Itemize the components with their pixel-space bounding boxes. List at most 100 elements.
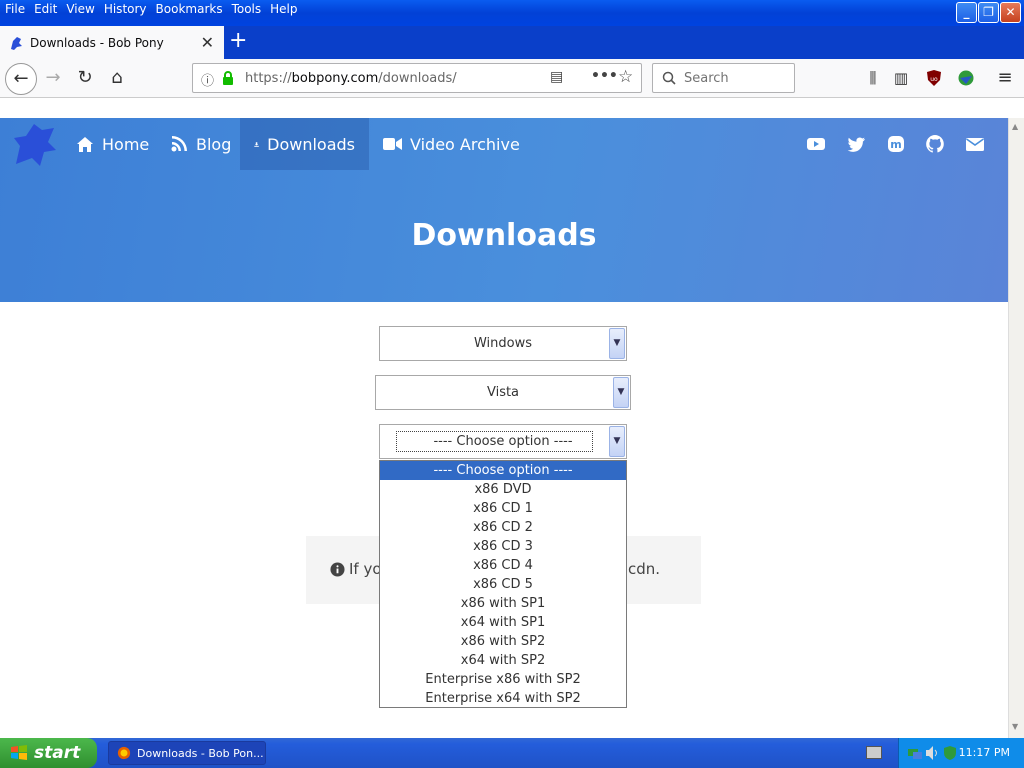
taskbar: start Downloads - Bob Pon... 11:17 PM <box>0 738 1024 768</box>
reader-view-icon[interactable]: ▤ <box>550 69 563 85</box>
reload-button[interactable]: ↻ <box>72 65 98 91</box>
url-text: https://bobpony.com/downloads/ <box>245 71 457 86</box>
info-notice-text-left: If yo <box>349 560 382 578</box>
taskbar-item-browser[interactable]: Downloads - Bob Pon... <box>108 741 266 765</box>
ublock-icon[interactable]: uo <box>921 65 947 91</box>
search-bar[interactable]: Search <box>652 63 795 93</box>
option-select-dropdown-button[interactable]: ▼ <box>609 426 625 457</box>
focus-outline <box>396 431 593 452</box>
menu-bar: File Edit View History Bookmarks Tools H… <box>5 1 298 17</box>
tab-title: Downloads - Bob Pony <box>30 35 164 50</box>
info-notice-start: If yo <box>330 560 382 578</box>
hero-banner: Home Blog Downloads Video Archive m Down… <box>0 118 1008 302</box>
network-tray-icon[interactable] <box>907 745 923 761</box>
nav-downloads-label: Downloads <box>267 134 355 154</box>
option-select[interactable]: ---- Choose option ---- ▼ <box>379 424 627 459</box>
tab-strip: Downloads - Bob Pony ✕ + <box>0 26 1024 59</box>
info-icon[interactable]: ⓘ <box>201 70 214 89</box>
version-select-dropdown-button[interactable]: ▼ <box>613 377 629 408</box>
dropdown-option[interactable]: x86 with SP2 <box>380 632 626 651</box>
new-tab-button[interactable]: + <box>229 28 247 53</box>
bookmark-star-icon[interactable]: ☆ <box>618 67 633 87</box>
start-label: start <box>34 743 81 763</box>
back-button[interactable]: ← <box>5 63 37 95</box>
menu-view[interactable]: View <box>66 1 94 17</box>
page-title: Downloads <box>411 218 597 253</box>
version-select[interactable]: Vista ▼ <box>375 375 631 410</box>
close-window-button[interactable]: ✕ <box>1000 2 1021 23</box>
twitter-icon[interactable] <box>846 134 866 154</box>
favicon-icon <box>11 36 22 50</box>
github-icon[interactable] <box>925 134 945 154</box>
page-actions-icon[interactable]: ••• <box>591 68 618 84</box>
nav-home-label: Home <box>102 134 150 154</box>
extension-globe-icon[interactable] <box>953 65 979 91</box>
dropdown-option[interactable]: x86 CD 2 <box>380 518 626 537</box>
library-icon[interactable]: ⫼ <box>860 65 886 91</box>
system-tray: 11:17 PM <box>898 738 1024 768</box>
menu-bookmarks[interactable]: Bookmarks <box>156 1 223 17</box>
window-titlebar: File Edit View History Bookmarks Tools H… <box>0 0 1024 26</box>
tab-downloads[interactable]: Downloads - Bob Pony ✕ <box>0 26 224 59</box>
dropdown-option[interactable]: x86 CD 5 <box>380 575 626 594</box>
url-bar[interactable]: ⓘ https://bobpony.com/downloads/ ▤ ••• ☆ <box>192 63 642 93</box>
scroll-down-icon[interactable]: ▼ <box>1012 722 1018 731</box>
dropdown-option[interactable]: x64 with SP1 <box>380 613 626 632</box>
dropdown-option[interactable]: x86 CD 4 <box>380 556 626 575</box>
menu-help[interactable]: Help <box>270 1 297 17</box>
maximize-button[interactable]: ❐ <box>978 2 999 23</box>
dropdown-option[interactable]: x86 with SP1 <box>380 594 626 613</box>
search-icon <box>662 71 676 85</box>
svg-text:uo: uo <box>930 76 938 83</box>
site-navigation: Home Blog Downloads Video Archive m <box>0 118 1008 170</box>
rss-icon <box>171 136 187 152</box>
dropdown-option[interactable]: x64 with SP2 <box>380 651 626 670</box>
os-select-dropdown-button[interactable]: ▼ <box>609 328 625 359</box>
nav-blog[interactable]: Blog <box>156 118 245 170</box>
taskbar-clock: 11:17 PM <box>958 746 1010 759</box>
windows-logo-icon <box>11 745 27 760</box>
site-logo[interactable] <box>10 120 60 170</box>
mail-icon[interactable] <box>965 134 985 154</box>
nav-video-archive[interactable]: Video Archive <box>369 118 534 170</box>
minimize-button[interactable]: _ <box>956 2 977 23</box>
home-button[interactable]: ⌂ <box>104 65 130 91</box>
menu-history[interactable]: History <box>104 1 147 17</box>
dropdown-option[interactable]: x86 CD 1 <box>380 499 626 518</box>
info-notice-text-right: cdn. <box>628 560 661 578</box>
dropdown-option[interactable]: x86 CD 3 <box>380 537 626 556</box>
forward-button[interactable]: → <box>40 65 66 91</box>
scroll-up-icon[interactable]: ▲ <box>1012 122 1018 131</box>
browser-task-icon <box>117 746 131 760</box>
dropdown-option[interactable]: Enterprise x86 with SP2 <box>380 670 626 689</box>
download-icon <box>254 141 259 147</box>
search-placeholder: Search <box>684 71 729 86</box>
menu-edit[interactable]: Edit <box>34 1 57 17</box>
keyboard-icon[interactable] <box>866 746 882 759</box>
nav-home[interactable]: Home <box>62 118 163 170</box>
nav-blog-label: Blog <box>196 134 232 154</box>
dropdown-option[interactable]: ---- Choose option ---- <box>380 461 626 480</box>
youtube-icon[interactable] <box>806 134 826 154</box>
info-circle-icon <box>330 561 345 577</box>
os-select[interactable]: Windows ▼ <box>379 326 627 361</box>
taskbar-item-label: Downloads - Bob Pon... <box>137 746 264 760</box>
sidebar-icon[interactable]: ▥ <box>888 65 914 91</box>
mastodon-icon[interactable]: m <box>886 134 906 154</box>
hamburger-menu-icon[interactable]: ≡ <box>992 65 1018 91</box>
nav-downloads[interactable]: Downloads <box>240 118 369 170</box>
volume-tray-icon[interactable] <box>925 745 939 761</box>
menu-tools[interactable]: Tools <box>232 1 262 17</box>
menu-file[interactable]: File <box>5 1 25 17</box>
toolbar-spacer <box>0 98 1024 118</box>
security-tray-icon[interactable] <box>943 745 957 761</box>
home-icon <box>77 136 93 152</box>
video-icon <box>383 138 402 150</box>
option-dropdown-list[interactable]: ---- Choose option ---- x86 DVD x86 CD 1… <box>379 460 627 708</box>
dropdown-option[interactable]: x86 DVD <box>380 480 626 499</box>
close-tab-icon[interactable]: ✕ <box>201 33 214 52</box>
dropdown-option[interactable]: Enterprise x64 with SP2 <box>380 689 626 708</box>
start-button[interactable]: start <box>0 738 97 768</box>
page-scrollbar[interactable]: ▲ ▼ <box>1008 118 1024 738</box>
navigation-toolbar: ← → ↻ ⌂ ⓘ https://bobpony.com/downloads/… <box>0 59 1024 98</box>
